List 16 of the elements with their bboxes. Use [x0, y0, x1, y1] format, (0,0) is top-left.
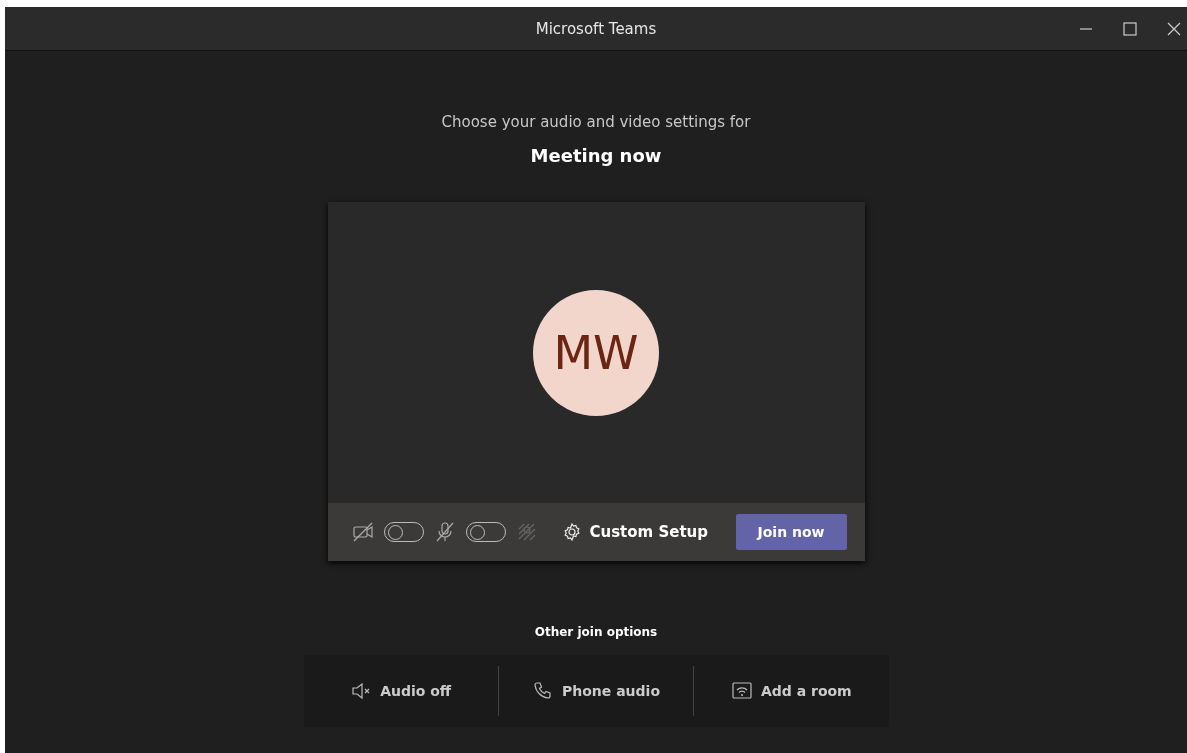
close-icon[interactable]	[1167, 21, 1181, 36]
join-option[interactable]: Audio off	[303, 679, 498, 703]
prompt-text: Choose your audio and video settings for	[441, 113, 751, 131]
camera-off-icon	[351, 521, 374, 543]
custom-setup-button[interactable]: Custom Setup	[561, 522, 708, 542]
join-option[interactable]: Add a room	[694, 679, 889, 703]
phone-icon	[531, 680, 554, 702]
join-option[interactable]: Phone audio	[498, 679, 694, 703]
room-display-icon	[730, 680, 753, 702]
settings-icon	[561, 522, 582, 542]
avatar: MW	[533, 289, 659, 416]
join-now-button[interactable]: Join now	[735, 514, 847, 550]
maximize-icon[interactable]	[1123, 21, 1137, 36]
window-title: Microsoft Teams	[534, 19, 658, 38]
other-options-heading: Other join options	[534, 625, 658, 639]
meeting-title: Meeting now	[530, 145, 662, 166]
